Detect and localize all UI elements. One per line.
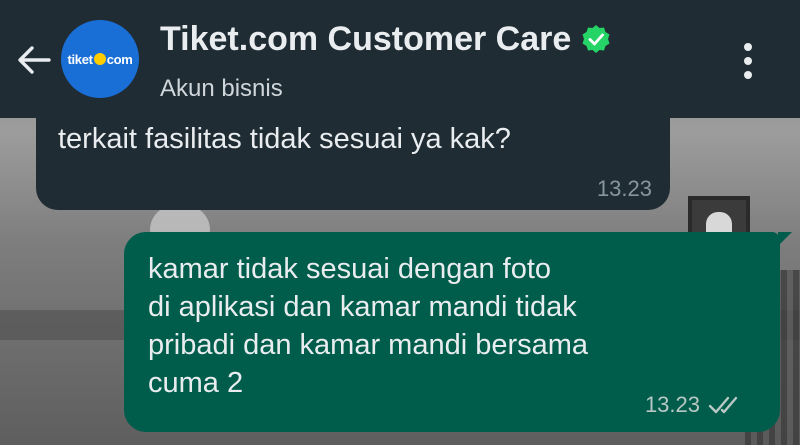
avatar-logo-right: com (106, 51, 133, 67)
avatar-logo-dot (93, 53, 106, 65)
avatar[interactable]: tiket com (61, 20, 139, 98)
menu-dot-icon (744, 57, 752, 65)
avatar-logo: tiket com (67, 52, 132, 67)
outgoing-message-time: 13.23 (644, 392, 700, 417)
arrow-left-icon (18, 46, 51, 74)
outgoing-message-line: kamar tidak sesuai dengan foto (148, 253, 552, 285)
contact-name: Tiket.com Customer Care (160, 20, 572, 58)
outgoing-message-line: pribadi dan kamar mandi bersama (148, 329, 589, 361)
menu-dot-icon (744, 71, 752, 79)
contact-subtitle: Akun bisnis (160, 75, 283, 102)
verified-badge-icon (582, 25, 610, 53)
double-check-icon (708, 396, 738, 414)
incoming-message-time: 13.23 (596, 176, 652, 201)
contact-info[interactable]: Tiket.com Customer Care Akun bisnis (160, 18, 611, 104)
incoming-message-text: terkait fasilitas tidak sesuai ya kak? (58, 123, 511, 155)
outgoing-message-bubble[interactable]: kamar tidak sesuai dengan foto di aplika… (124, 232, 792, 432)
outgoing-message-line: di aplikasi dan kamar mandi tidak (148, 291, 577, 323)
outgoing-message-line: cuma 2 (148, 367, 244, 399)
outgoing-message-meta: 13.23 (645, 392, 744, 418)
back-button[interactable] (12, 40, 56, 80)
more-options-button[interactable] (730, 38, 766, 84)
chat-header: tiket com Tiket.com Customer Care Akun b… (0, 0, 800, 118)
avatar-logo-left: tiket (67, 51, 93, 67)
menu-dot-icon (744, 43, 752, 51)
